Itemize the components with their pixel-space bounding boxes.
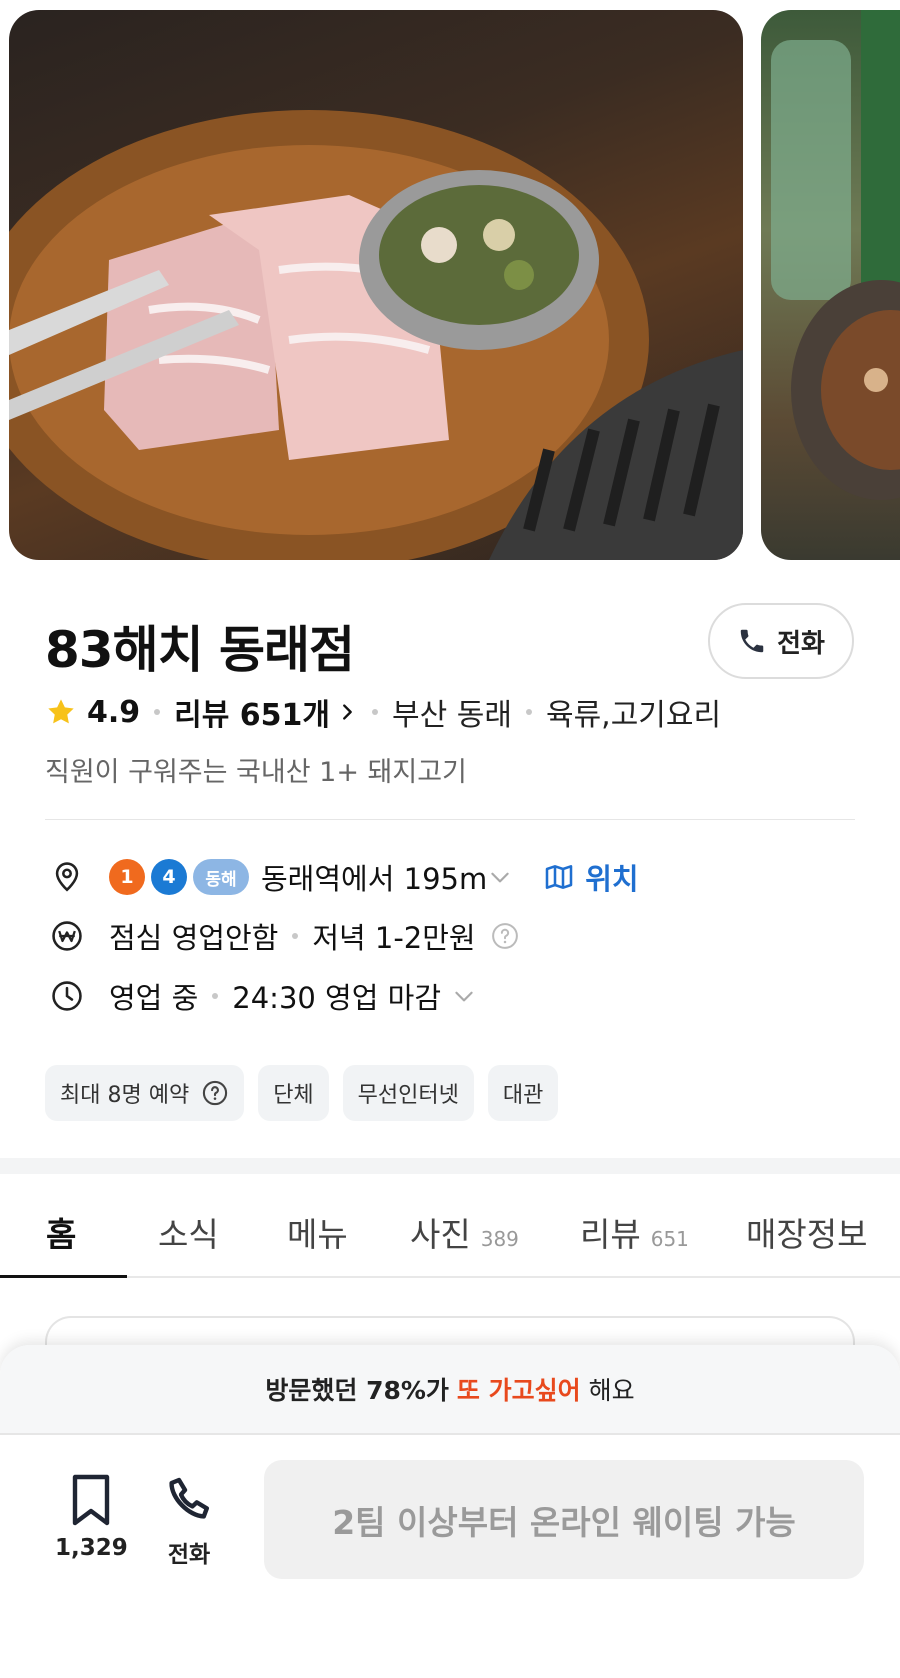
bottom-action-sheet: 방문했던 78%가 또 가고싶어 해요 1,329 전화 2팀 이상부터 온라인… [0, 1345, 900, 1678]
tag-label: 최대 8명 예약 [60, 1083, 190, 1108]
banner-accent: 또 가고싶어 [456, 1376, 581, 1405]
chevron-down-icon[interactable] [451, 983, 477, 1009]
separator-dot [154, 709, 161, 715]
tab-store-info[interactable]: 매장정보 [746, 1208, 867, 1256]
food-photo-stew[interactable] [761, 10, 900, 560]
pork-belly-illustration [9, 110, 743, 560]
price-row: 점심 영업안함 저녁 1-2만원 [45, 914, 520, 958]
phone-icon [169, 1477, 209, 1519]
tab-label: 매장정보 [746, 1215, 868, 1254]
won-icon [45, 914, 89, 958]
map-icon [545, 865, 573, 889]
tag-label: 단체 [273, 1083, 314, 1108]
tab-label: 메뉴 [287, 1215, 348, 1254]
bookmark-icon [73, 1474, 110, 1526]
active-tab-indicator [0, 1275, 127, 1278]
separator-dot [212, 993, 219, 999]
location-row: 1 4 동해 동래역에서 195m 위치 [45, 855, 639, 899]
phone-label: 전화 [167, 1542, 211, 1568]
tag-label: 대관 [502, 1083, 544, 1108]
clock-icon [45, 974, 89, 1018]
subway-line-donghae-badge: 동해 [193, 859, 249, 895]
tag-label: 무선인터넷 [357, 1083, 459, 1108]
dinner-price: 저녁 1-2만원 [312, 921, 476, 955]
call-button[interactable]: 전화 [708, 603, 854, 679]
page-title: 83해치 동래점 [45, 621, 355, 679]
tab-photos[interactable]: 사진 389 [410, 1208, 519, 1256]
separator-dot [372, 709, 379, 715]
help-icon[interactable] [201, 1079, 229, 1107]
separator-dot [525, 709, 532, 715]
lunch-price: 점심 영업안함 [109, 921, 279, 955]
location-link-label: 위치 [585, 862, 639, 896]
tab-label: 리뷰 [580, 1215, 641, 1254]
rating-value: 4.9 [87, 694, 141, 730]
chevron-right-icon [343, 704, 352, 720]
divider [45, 819, 855, 820]
star-icon [45, 696, 77, 728]
stew-illustration [771, 10, 900, 500]
save-count: 1,329 [55, 1535, 128, 1561]
section-divider [0, 1158, 900, 1174]
separator-dot [292, 933, 299, 939]
phone-button[interactable]: 전화 [165, 1473, 213, 1569]
waiting-label: 2팀 이상부터 온라인 웨이팅 가능 [332, 1502, 796, 1542]
tab-label: 사진 [410, 1215, 471, 1254]
tab-label: 홈 [46, 1215, 77, 1254]
save-button[interactable]: 1,329 [55, 1473, 128, 1561]
feature-tags: 최대 8명 예약 단체 무선인터넷 대관 [45, 1065, 559, 1121]
tab-menu[interactable]: 메뉴 [287, 1208, 348, 1256]
location-link[interactable]: 위치 [543, 856, 639, 898]
banner-prefix: 방문했던 78%가 [265, 1376, 449, 1405]
closing-time: 24:30 영업 마감 [232, 981, 441, 1015]
hours-row: 영업 중 24:30 영업 마감 [45, 974, 477, 1018]
tab-bar: 홈 소식 메뉴 사진 389 리뷰 651 매장정보 [0, 1174, 900, 1278]
chevron-down-icon[interactable] [487, 864, 513, 890]
tab-reviews[interactable]: 리뷰 651 [580, 1208, 689, 1256]
tab-label: 소식 [158, 1215, 219, 1254]
phone-icon [740, 629, 764, 653]
online-waiting-button[interactable]: 2팀 이상부터 온라인 웨이팅 가능 [264, 1460, 864, 1579]
reviews-link-label: 리뷰 651개 [174, 698, 331, 733]
category-label: 육류,고기요리 [545, 698, 722, 733]
call-button-label: 전화 [777, 628, 825, 659]
photo-carousel[interactable] [9, 10, 900, 560]
tab-count: 651 [650, 1227, 689, 1251]
store-meta: 4.9 리뷰 651개 부산 동래 육류,고기요리 [45, 690, 721, 734]
station-distance: 동래역에서 195m [261, 862, 488, 896]
subway-line-1-badge: 1 [109, 859, 145, 895]
tab-home[interactable]: 홈 [46, 1208, 76, 1256]
reviews-link[interactable]: 리뷰 651개 [174, 690, 358, 734]
open-status: 영업 중 [109, 981, 199, 1015]
store-description: 직원이 구워주는 국내산 1+ 돼지고기 [45, 757, 467, 788]
tag-reservation[interactable]: 최대 8명 예약 [45, 1065, 245, 1121]
subway-line-4-badge: 4 [151, 859, 187, 895]
tab-news[interactable]: 소식 [158, 1208, 219, 1256]
revisit-banner: 방문했던 78%가 또 가고싶어 해요 [0, 1345, 900, 1435]
banner-suffix: 해요 [588, 1376, 635, 1405]
tag-group[interactable]: 단체 [258, 1065, 329, 1121]
tag-venue-rental[interactable]: 대관 [487, 1065, 559, 1121]
help-icon[interactable] [490, 921, 520, 951]
tab-count: 389 [480, 1227, 519, 1251]
map-pin-icon [45, 855, 89, 899]
food-photo-pork-belly[interactable] [9, 10, 743, 560]
region-label: 부산 동래 [392, 698, 512, 733]
tag-wifi[interactable]: 무선인터넷 [342, 1065, 474, 1121]
